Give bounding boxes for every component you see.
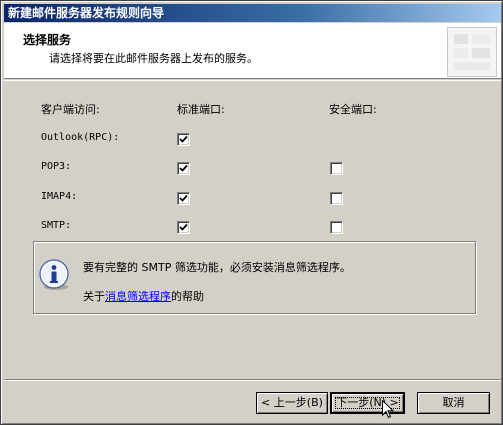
imap4-secure-checkbox[interactable] [330, 192, 343, 205]
page-subtitle: 请选择将要在此邮件服务器上发布的服务。 [49, 52, 258, 65]
column-header-secure-port: 安全端口: [329, 103, 377, 116]
wizard-header: 选择服务 请选择将要在此邮件服务器上发布的服务。 [4, 23, 501, 79]
service-label-outlook-rpc: Outlook(RPC): [41, 132, 120, 143]
page-title: 选择服务 [23, 33, 72, 47]
mouse-cursor-icon [382, 399, 395, 422]
wizard-window: 新建邮件服务器发布规则向导 选择服务 请选择将要在此邮件服务器上发布的服务。 客… [0, 0, 503, 425]
wizard-banner-icon [447, 27, 497, 77]
info-icon [38, 258, 72, 295]
info-panel: 要有完整的 SMTP 筛选功能，必须安装消息筛选程序。 关于消息筛选程序的帮助 [33, 241, 476, 314]
column-header-standard-port: 标准端口: [177, 103, 225, 116]
column-header-client-access: 客户端访问: [41, 103, 100, 116]
service-label-smtp: SMTP: [41, 220, 72, 231]
pop3-secure-checkbox[interactable] [330, 162, 343, 175]
cancel-button[interactable]: 取消 [417, 392, 490, 414]
outlook-rpc-standard-checkbox[interactable] [177, 133, 190, 146]
window-title: 新建邮件服务器发布规则向导 [8, 6, 165, 20]
help-suffix: 的帮助 [171, 290, 204, 303]
service-label-imap4: IMAP4: [41, 191, 78, 202]
title-bar[interactable]: 新建邮件服务器发布规则向导 [4, 4, 501, 22]
pop3-standard-checkbox[interactable] [177, 162, 190, 175]
service-label-pop3: POP3: [41, 161, 72, 172]
smtp-secure-checkbox[interactable] [330, 221, 343, 234]
back-button[interactable]: < 上一步(B) [256, 392, 328, 414]
imap4-standard-checkbox[interactable] [177, 192, 190, 205]
message-filter-help-link[interactable]: 消息筛选程序 [105, 290, 171, 303]
info-message: 要有完整的 SMTP 筛选功能，必须安装消息筛选程序。 [83, 261, 351, 274]
help-prefix: 关于 [83, 290, 105, 303]
help-line: 关于消息筛选程序的帮助 [83, 288, 204, 304]
smtp-standard-checkbox[interactable] [177, 221, 190, 234]
